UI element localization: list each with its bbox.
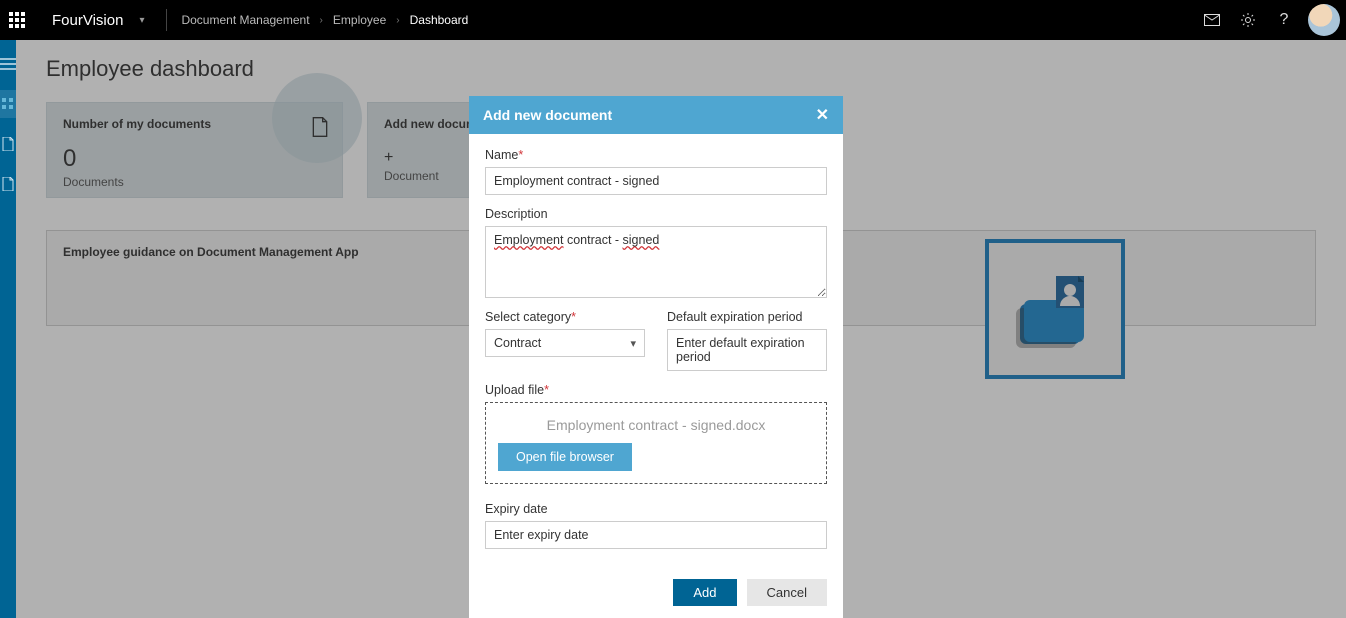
chevron-down-icon: ▾	[630, 337, 636, 350]
mail-icon[interactable]	[1194, 0, 1230, 40]
name-label: Name*	[485, 148, 827, 162]
topbar: FourVision ▾ Document Management › Emplo…	[0, 0, 1346, 40]
upload-label: Upload file*	[485, 383, 827, 397]
add-button[interactable]: Add	[673, 579, 736, 606]
breadcrumb-item[interactable]: Employee	[333, 13, 386, 27]
description-label: Description	[485, 207, 827, 221]
open-file-browser-button[interactable]: Open file browser	[498, 443, 632, 471]
name-field[interactable]	[485, 167, 827, 195]
topbar-right: ?	[1194, 0, 1346, 40]
add-document-dialog: Add new document ✕ Name* Description Emp…	[469, 96, 843, 618]
upload-dropzone[interactable]: Employment contract - signed.docx Open f…	[485, 402, 827, 484]
breadcrumb: Document Management › Employee › Dashboa…	[167, 13, 468, 27]
category-label: Select category*	[485, 310, 645, 324]
dialog-footer: Add Cancel	[469, 579, 843, 618]
expiration-field[interactable]: Enter default expiration period	[667, 329, 827, 371]
category-value: Contract	[494, 336, 541, 350]
breadcrumb-item[interactable]: Dashboard	[410, 13, 469, 27]
dialog-title: Add new document	[483, 107, 612, 123]
company-name: FourVision	[52, 12, 123, 29]
help-icon[interactable]: ?	[1266, 0, 1302, 40]
hamburger-icon[interactable]	[0, 50, 16, 78]
category-select[interactable]: Contract ▾	[485, 329, 645, 357]
expiry-field[interactable]: Enter expiry date	[485, 521, 827, 549]
gear-icon[interactable]	[1230, 0, 1266, 40]
main-content: Employee dashboard Number of my document…	[16, 40, 1346, 618]
document-icon[interactable]	[0, 170, 16, 198]
cancel-button[interactable]: Cancel	[747, 579, 827, 606]
left-rail	[0, 40, 16, 618]
chevron-right-icon: ›	[320, 15, 323, 26]
description-field[interactable]: Employment contract - signed	[485, 226, 827, 298]
upload-filename: Employment contract - signed.docx	[498, 417, 814, 433]
company-switcher[interactable]: FourVision ▾	[34, 0, 166, 40]
chevron-down-icon: ▾	[139, 15, 156, 26]
dashboard-tile-icon[interactable]	[0, 90, 16, 118]
avatar[interactable]	[1308, 4, 1340, 36]
breadcrumb-item[interactable]: Document Management	[181, 13, 309, 27]
expiration-label: Default expiration period	[667, 310, 827, 324]
close-icon[interactable]: ✕	[816, 105, 829, 125]
app-launcher-icon[interactable]	[0, 0, 34, 40]
document-icon[interactable]	[0, 130, 16, 158]
dialog-header: Add new document ✕	[469, 96, 843, 134]
chevron-right-icon: ›	[396, 15, 399, 26]
expiry-label: Expiry date	[485, 502, 827, 516]
